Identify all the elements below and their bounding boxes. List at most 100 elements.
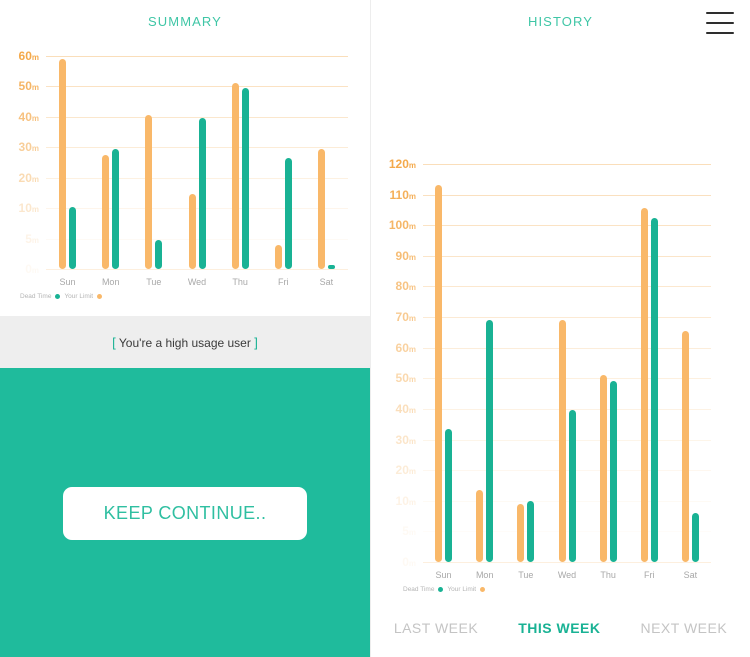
notice-message: You're a high usage user	[118, 335, 251, 350]
summary-chart: 60m 50m 40m 30m 20m 10m 5m 0m Sun Mon Tue Wed Thu Fri…	[0, 40, 370, 300]
chart-legend: Dead Time Your Limit	[403, 586, 486, 593]
hamburger-bar-2	[706, 22, 734, 24]
grid-line	[46, 116, 348, 118]
bar-tue-your-limit	[145, 115, 153, 269]
hamburger-bar-3	[706, 32, 734, 34]
y-axis-tick-label: 0m	[402, 555, 416, 569]
y-axis-tick-label: 90m	[395, 248, 416, 263]
chart-legend: Dead Time Your Limit	[20, 293, 103, 300]
bar-sun-your-limit	[59, 59, 67, 269]
bar-sun-your-limit	[435, 185, 443, 562]
tab-this-week[interactable]: THIS WEEK	[518, 620, 600, 636]
y-axis-tick-label: 40m	[18, 109, 39, 124]
bar-tue-dead-time	[155, 239, 163, 269]
week-tabs: LAST WEEK THIS WEEK NEXT WEEK	[371, 608, 750, 648]
bar-thu-dead-time	[609, 381, 617, 562]
legend-swatch-dead-time	[438, 587, 444, 592]
grid-line	[423, 439, 711, 441]
y-axis-tick-label: 30m	[18, 140, 39, 155]
bar-wed-dead-time	[568, 410, 576, 562]
bar-sat-your-limit	[681, 330, 689, 562]
y-axis-tick-label: 50m	[18, 79, 39, 94]
bar-fri-your-limit	[640, 208, 648, 562]
y-axis-tick-label: 60m	[18, 49, 39, 63]
bar-tue-dead-time	[527, 500, 535, 562]
bar-mon-dead-time	[112, 148, 120, 269]
grid-line	[423, 255, 711, 257]
y-axis-tick-label: 0m	[25, 262, 39, 276]
grid-line	[46, 208, 348, 210]
bar-thu-your-limit	[599, 375, 607, 562]
y-axis-tick-label: 10m	[18, 201, 39, 216]
y-axis-tick-label: 20m	[18, 170, 39, 185]
y-axis-tick-label: 5m	[25, 231, 39, 246]
usage-notice-text: [ You're a high usage user ]	[112, 335, 258, 350]
grid-line	[46, 177, 348, 179]
x-axis-tick-label: Sat	[319, 277, 334, 287]
y-axis-tick-label: 5m	[402, 524, 416, 539]
y-axis-tick-label: 30m	[395, 432, 416, 447]
bar-thu-dead-time	[241, 87, 249, 269]
grid-line	[423, 470, 711, 472]
grid-line	[423, 378, 711, 380]
axis-baseline	[46, 269, 348, 270]
legend-label-your-limit: Your Limit	[64, 293, 94, 300]
page-title-history: HISTORY	[527, 14, 593, 29]
legend-swatch-your-limit	[480, 587, 486, 592]
bar-wed-your-limit	[188, 194, 196, 269]
legend-swatch-your-limit	[97, 294, 103, 299]
app-root: SUMMARY 60m 50m 40m 30m 20m 10m 5m 0m Sun Mon Tue W…	[0, 0, 750, 657]
bar-fri-dead-time	[650, 217, 658, 562]
usage-notice-bar: [ You're a high usage user ]	[0, 316, 370, 368]
x-axis-tick-label: Sat	[683, 570, 698, 580]
history-chart: 120m 110m 100m 90m 80m 70m 60m 50m 40m 30m 20m 10m 5…	[371, 150, 750, 593]
y-axis-tick-label: 60m	[395, 340, 416, 355]
bar-fri-dead-time	[284, 157, 292, 269]
bar-mon-your-limit	[102, 154, 110, 269]
grid-line	[46, 86, 348, 88]
grid-line	[423, 286, 711, 288]
axis-baseline	[423, 562, 711, 563]
tab-next-week[interactable]: NEXT WEEK	[640, 620, 727, 636]
bar-fri-your-limit	[274, 244, 282, 269]
legend-label-your-limit: Your Limit	[447, 586, 477, 593]
grid-line	[423, 317, 711, 319]
hamburger-menu-icon[interactable]	[706, 12, 734, 34]
grid-line	[46, 56, 348, 57]
y-axis-tick-label: 50m	[395, 371, 416, 386]
bar-mon-your-limit	[476, 490, 484, 562]
grid-line	[423, 225, 711, 227]
y-axis-tick-label: 10m	[395, 493, 416, 508]
history-panel: HISTORY 120m 110m 100m 90m 80m 70m 60m 50m 40m 30…	[371, 0, 750, 657]
bar-wed-your-limit	[558, 320, 566, 562]
legend-swatch-dead-time	[55, 294, 61, 299]
grid-line	[423, 347, 711, 349]
y-axis-tick-label: 80m	[395, 279, 416, 294]
y-axis-tick-label: 100m	[388, 218, 416, 233]
page-title-summary: SUMMARY	[148, 14, 222, 29]
grid-line	[46, 238, 348, 240]
legend-label-dead-time: Dead Time	[403, 586, 435, 593]
tab-last-week[interactable]: LAST WEEK	[394, 620, 478, 636]
cta-panel: KEEP CONTINUE..	[0, 368, 370, 657]
bar-sun-dead-time	[69, 206, 77, 269]
y-axis-tick-label: 70m	[395, 310, 416, 325]
bar-sat-your-limit	[317, 148, 325, 269]
y-axis-tick-label: 120m	[388, 157, 416, 171]
bar-thu-your-limit	[231, 83, 239, 269]
bar-tue-your-limit	[517, 503, 525, 562]
y-axis-tick-label: 110m	[389, 187, 416, 202]
bar-wed-dead-time	[198, 118, 206, 269]
keep-continue-button[interactable]: KEEP CONTINUE..	[63, 487, 307, 540]
y-axis-tick-label: 20m	[395, 463, 416, 478]
bar-sun-dead-time	[445, 428, 453, 562]
grid-line	[423, 531, 711, 533]
grid-line	[46, 147, 348, 149]
bar-sat-dead-time	[691, 513, 699, 562]
hamburger-bar-1	[706, 12, 734, 14]
notice-close-bracket: ]	[254, 334, 258, 350]
summary-panel: SUMMARY 60m 50m 40m 30m 20m 10m 5m 0m Sun Mon Tue W…	[0, 0, 370, 657]
grid-line	[423, 408, 711, 410]
grid-line	[423, 194, 711, 196]
legend-label-dead-time: Dead Time	[20, 293, 52, 300]
